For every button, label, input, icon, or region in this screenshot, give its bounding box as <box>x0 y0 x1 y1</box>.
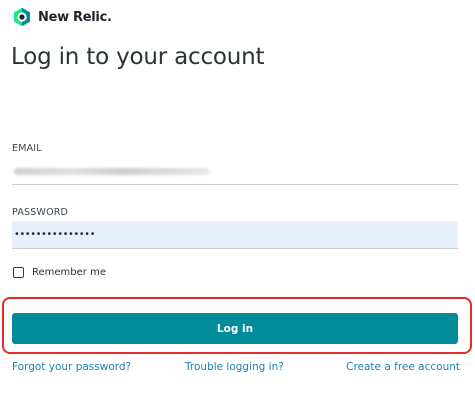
brand-name: New Relic. <box>38 9 112 25</box>
password-label: PASSWORD <box>12 207 69 218</box>
remember-me-label: Remember me <box>32 267 106 278</box>
trouble-logging-in-link[interactable]: Trouble logging in? <box>185 361 284 373</box>
password-field[interactable] <box>12 221 458 249</box>
brand-logo[interactable]: New Relic. <box>12 7 112 27</box>
page-title: Log in to your account <box>11 44 265 70</box>
forgot-password-link[interactable]: Forgot your password? <box>12 361 131 373</box>
new-relic-logo-icon <box>14 7 30 27</box>
remember-me-option[interactable]: Remember me <box>13 267 106 278</box>
login-button[interactable]: Log in <box>12 313 458 344</box>
remember-me-checkbox[interactable] <box>13 267 24 278</box>
email-value-redacted <box>14 168 210 175</box>
email-label: EMAIL <box>12 143 42 154</box>
create-account-link[interactable]: Create a free account <box>346 361 460 373</box>
